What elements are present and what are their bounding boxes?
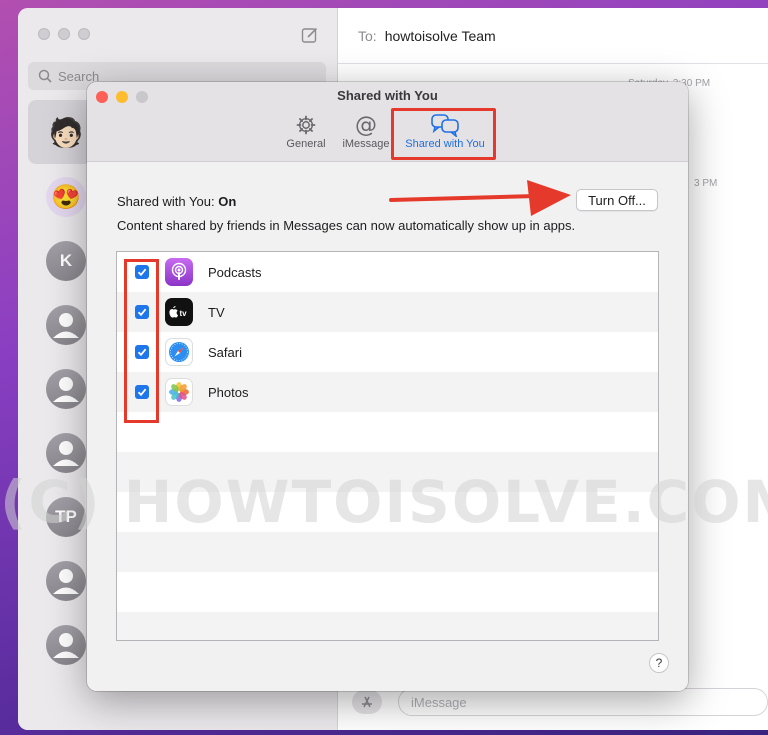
list-item: Safari <box>117 332 658 372</box>
zoom-button-inactive[interactable] <box>78 28 90 40</box>
tab-general-label: General <box>286 138 326 150</box>
minimize-button-inactive[interactable] <box>58 28 70 40</box>
shared-status: Shared with You: On <box>117 194 236 209</box>
timestamp: 3 PM <box>694 178 718 189</box>
search-icon <box>38 69 52 83</box>
annotation-arrow-icon <box>389 180 571 216</box>
preferences-toolbar: Shared with You General @ iMessage Share… <box>87 82 688 162</box>
empty-row <box>117 412 658 452</box>
person-icon <box>53 569 79 594</box>
avatar[interactable] <box>46 433 86 473</box>
annotation-highlight-checkboxes <box>124 259 159 423</box>
apple-tv-icon: tv <box>165 298 193 326</box>
tab-imessage-label: iMessage <box>342 138 390 150</box>
app-label: TV <box>208 305 225 320</box>
person-icon <box>53 313 79 338</box>
preferences-dialog: Shared with You General @ iMessage Share… <box>87 82 688 691</box>
app-label: Podcasts <box>208 265 262 280</box>
status-value: On <box>218 194 237 209</box>
app-label: Photos <box>208 385 249 400</box>
empty-row <box>117 532 658 572</box>
recipient-field[interactable]: howtoisolve Team <box>385 28 496 44</box>
help-button[interactable]: ? <box>649 653 669 673</box>
tab-imessage[interactable]: @ iMessage <box>340 112 392 156</box>
gear-icon <box>296 115 316 135</box>
list-item: tv TV <box>117 292 658 332</box>
avatar[interactable] <box>46 625 86 665</box>
person-icon <box>53 377 79 402</box>
photos-icon <box>165 378 193 406</box>
avatar[interactable]: 😍 <box>46 177 86 217</box>
turn-off-button[interactable]: Turn Off... <box>576 189 658 211</box>
compose-icon[interactable] <box>301 26 319 44</box>
status-label: Shared with You: <box>117 194 215 209</box>
at-icon: @ <box>355 112 377 138</box>
tab-general[interactable]: General <box>284 112 328 156</box>
conversation-header: To: howtoisolve Team <box>338 8 768 64</box>
dialog-title: Shared with You <box>337 88 438 103</box>
avatar[interactable]: TP <box>46 497 86 537</box>
annotation-highlight-tab <box>391 108 496 160</box>
avatar[interactable] <box>46 369 86 409</box>
apps-list: Podcasts tv TV Safari Photos <box>116 251 659 641</box>
app-store-icon <box>362 696 372 708</box>
avatar[interactable]: 🧑🏻 <box>46 112 86 152</box>
avatar[interactable] <box>46 561 86 601</box>
podcasts-icon <box>165 258 193 286</box>
to-label: To: <box>358 27 377 44</box>
avatar[interactable] <box>46 305 86 345</box>
message-input[interactable]: iMessage <box>398 688 768 716</box>
message-input-placeholder: iMessage <box>411 694 467 710</box>
list-item: Photos <box>117 372 658 412</box>
avatar[interactable]: K <box>46 241 86 281</box>
svg-text:tv: tv <box>180 309 188 318</box>
empty-row <box>117 612 658 640</box>
empty-row <box>117 492 658 532</box>
list-item: Podcasts <box>117 252 658 292</box>
close-button-inactive[interactable] <box>38 28 50 40</box>
person-icon <box>53 441 79 466</box>
safari-icon <box>165 338 193 366</box>
person-icon <box>53 633 79 658</box>
empty-row <box>117 572 658 612</box>
app-store-button[interactable] <box>352 690 382 714</box>
empty-row <box>117 452 658 492</box>
app-label: Safari <box>208 345 242 360</box>
